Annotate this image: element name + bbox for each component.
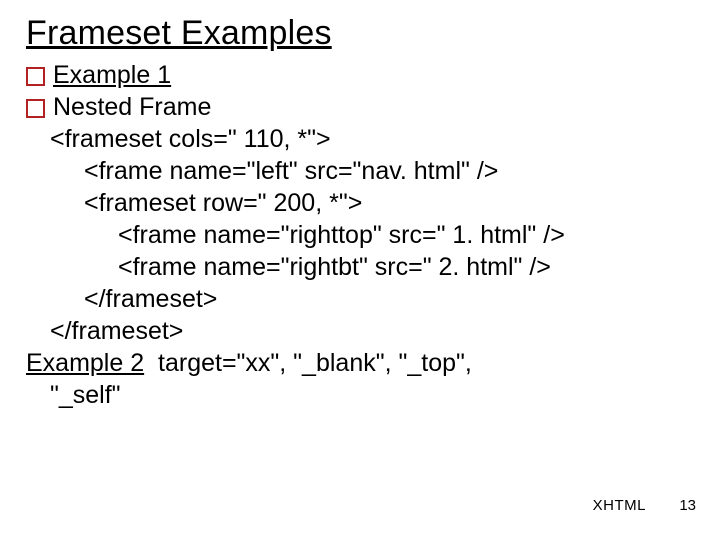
example-1-link[interactable]: Example 1 (53, 59, 171, 91)
example-2-targets-2: "_self" (26, 379, 694, 411)
slide-title: Frameset Examples (26, 14, 694, 53)
example-2-line: Example 2 target="xx", "_blank", "_top", (26, 347, 694, 379)
code-line: <frameset cols=" 110, *"> (26, 123, 694, 155)
square-bullet-icon (26, 99, 45, 118)
slide: Frameset Examples Example 1 Nested Frame… (0, 0, 720, 540)
code-line: <frame name="left" src="nav. html" /> (26, 155, 694, 187)
code-line: <frameset row=" 200, *"> (26, 187, 694, 219)
code-line: <frame name="righttop" src=" 1. html" /> (26, 219, 694, 251)
bullet-example-1: Example 1 (26, 59, 694, 91)
nested-frame-label: Nested Frame (53, 91, 211, 123)
footer-page-number: 13 (679, 497, 696, 514)
bullet-nested-frame: Nested Frame (26, 91, 694, 123)
example-2-link[interactable]: Example 2 (26, 349, 144, 377)
footer-topic: XHTML (593, 497, 646, 514)
code-line: <frame name="rightbt" src=" 2. html" /> (26, 251, 694, 283)
code-line: </frameset> (26, 315, 694, 347)
slide-body: Example 1 Nested Frame <frameset cols=" … (26, 59, 694, 411)
code-line: </frameset> (26, 283, 694, 315)
example-2-targets-1: target="xx", "_blank", "_top", (144, 349, 472, 377)
square-bullet-icon (26, 67, 45, 86)
